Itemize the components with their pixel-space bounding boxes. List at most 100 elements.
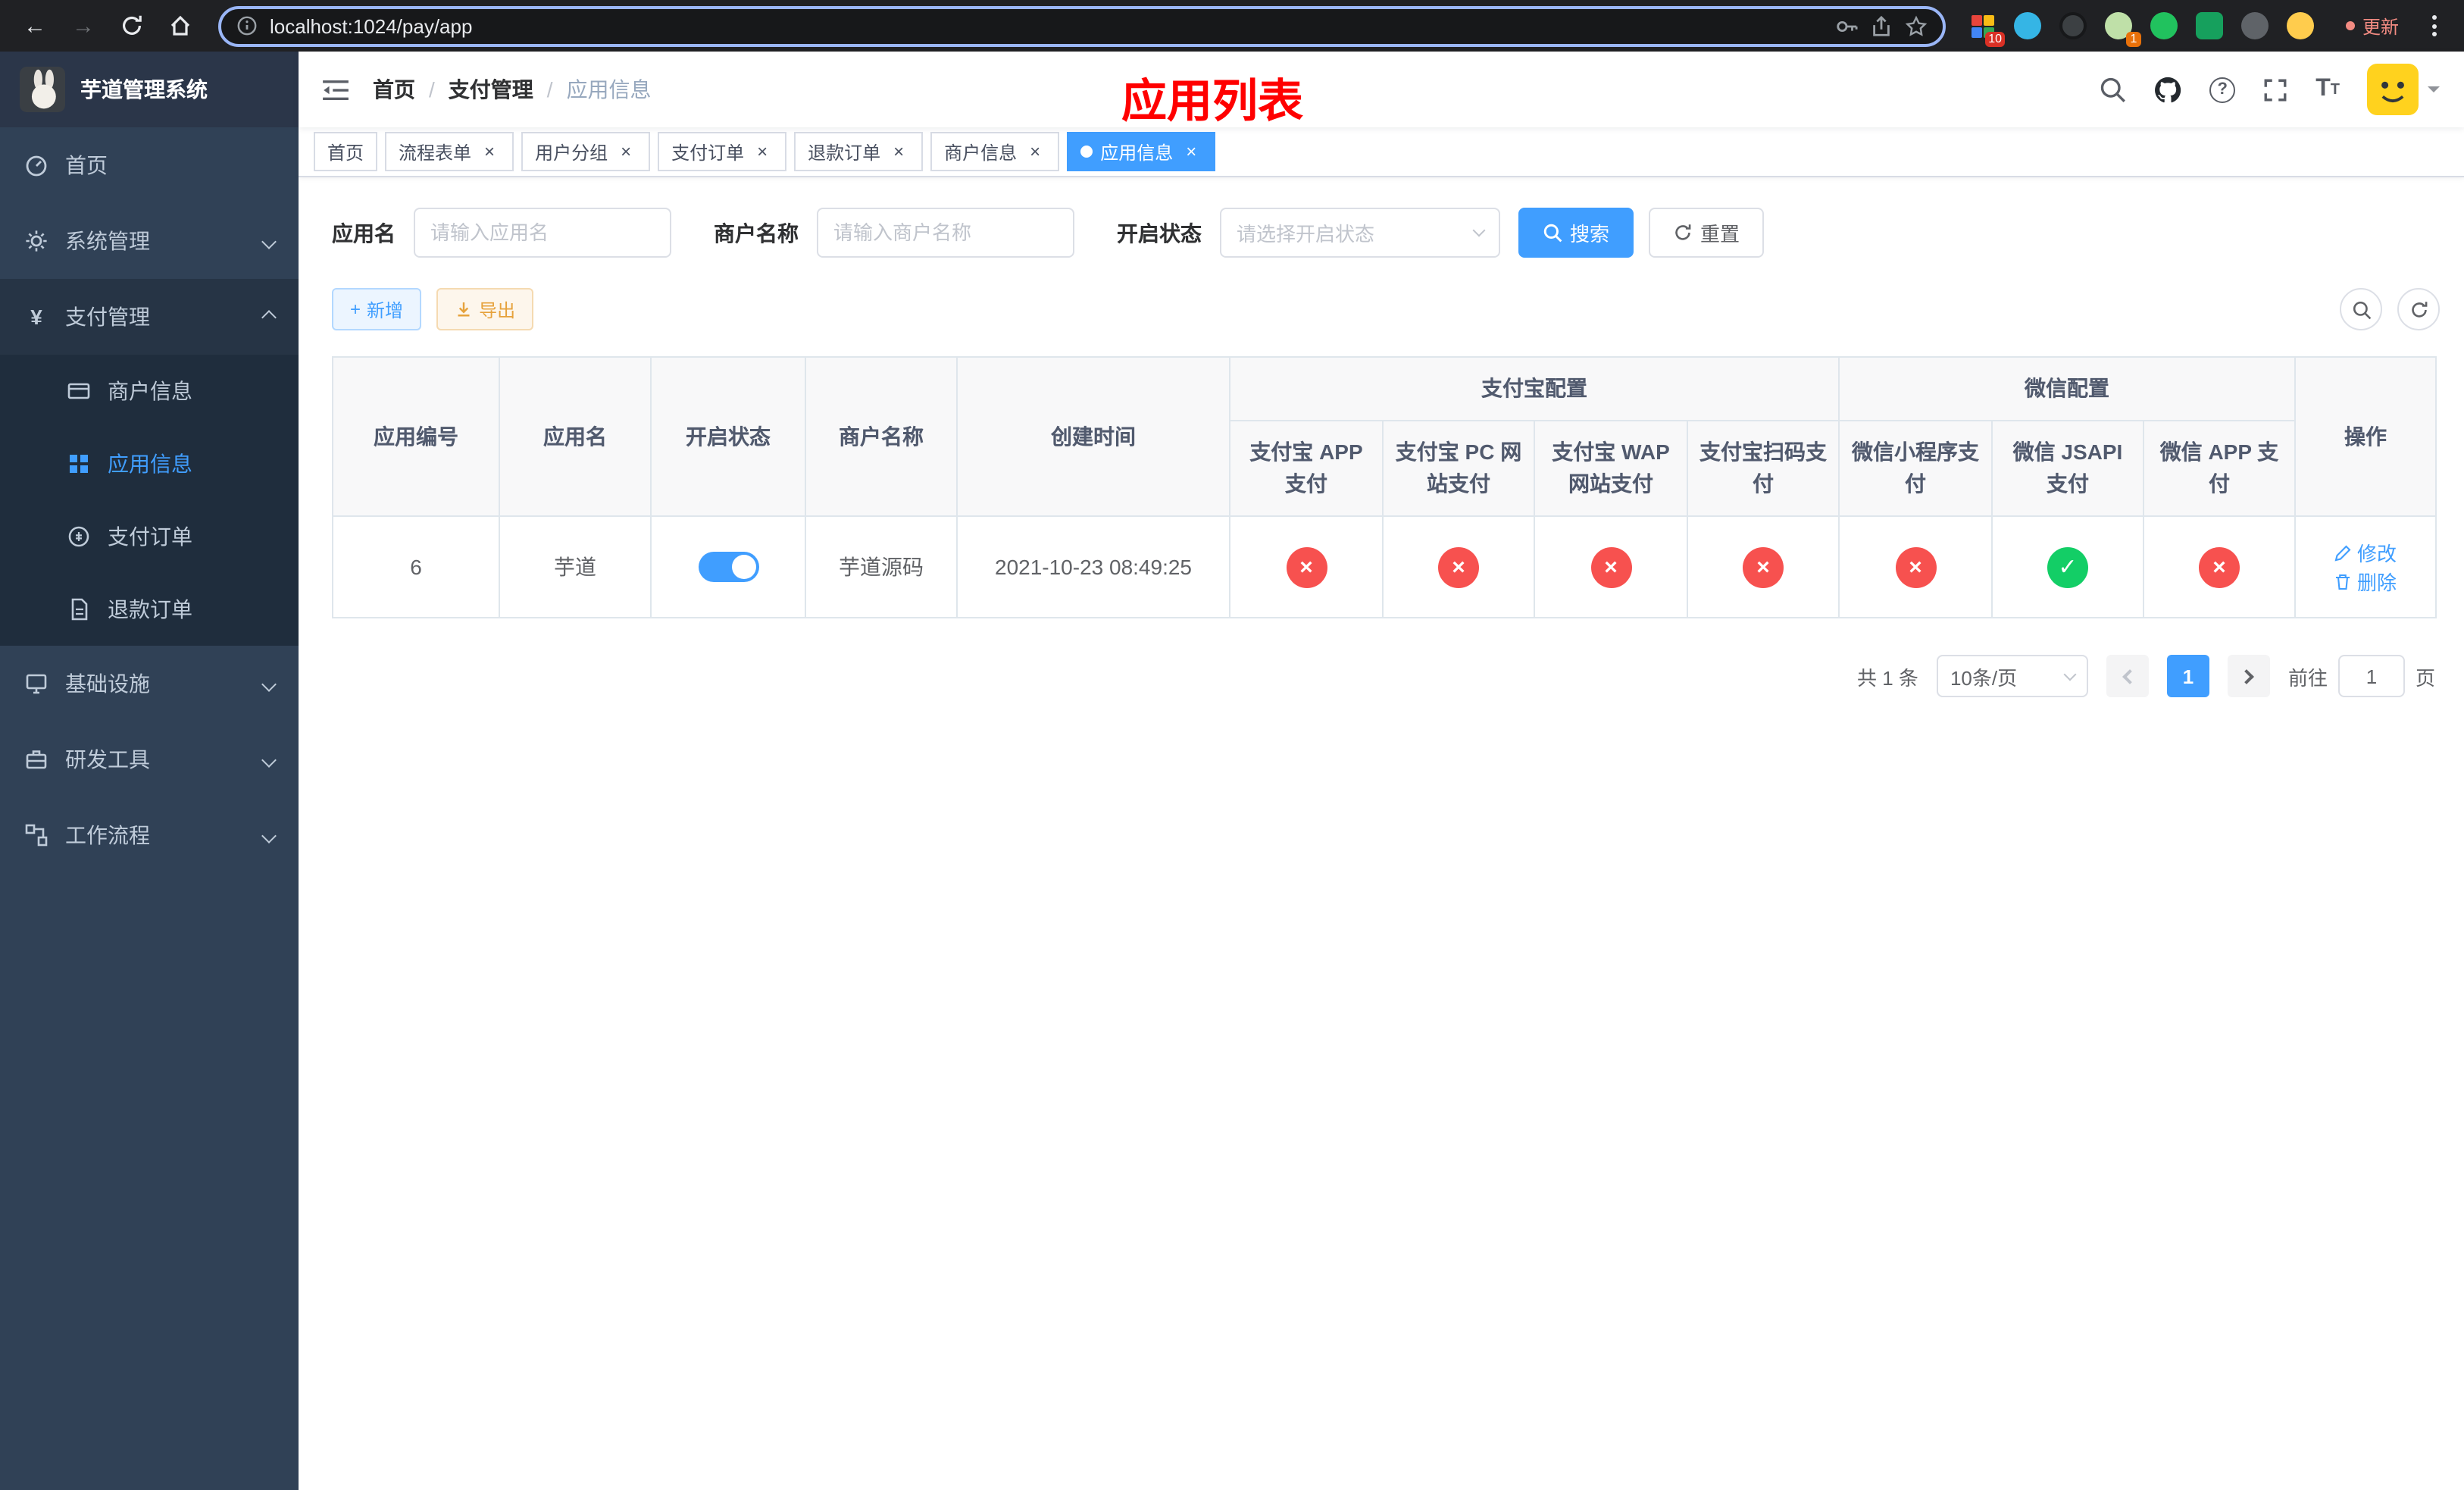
- extension-icon[interactable]: [2237, 8, 2273, 44]
- breadcrumb-home[interactable]: 首页: [373, 74, 415, 105]
- table-toolbar: + 新增 导出: [332, 288, 2440, 330]
- app-name-label: 应用名: [332, 221, 396, 245]
- update-button[interactable]: 更新: [2334, 13, 2411, 39]
- refresh-table-button[interactable]: [2397, 288, 2440, 330]
- chevron-down-icon: [1472, 224, 1486, 237]
- sidebar-logo[interactable]: 芋道管理系统: [0, 52, 299, 127]
- search-icon: [1543, 224, 1562, 243]
- status-select[interactable]: 请选择开启状态: [1220, 208, 1500, 258]
- tags-view: 首页 流程表单 × 用户分组 × 支付订单 × 退款订单 × 商户信息 × 应用…: [299, 127, 2464, 177]
- address-bar[interactable]: localhost:1024/pay/app: [218, 5, 1946, 46]
- extension-icon[interactable]: [2191, 8, 2228, 44]
- extension-icon[interactable]: 10: [1964, 8, 2005, 47]
- page-size-select[interactable]: 10条/页: [1936, 655, 2088, 697]
- delete-button[interactable]: 删除: [2334, 567, 2397, 596]
- breadcrumb-pay[interactable]: 支付管理: [449, 74, 533, 105]
- extension-icon[interactable]: [2282, 8, 2319, 44]
- bookmark-star-icon[interactable]: [1905, 14, 1928, 37]
- reload-icon[interactable]: [112, 6, 152, 45]
- tag-merchant-info[interactable]: 商户信息 ×: [930, 132, 1060, 171]
- sidebar-item-workflow[interactable]: 工作流程: [0, 797, 299, 873]
- edit-button[interactable]: 修改: [2334, 538, 2397, 567]
- page-title: 应用列表: [1121, 77, 1303, 127]
- sidebar-item-refund-order[interactable]: 退款订单: [0, 573, 299, 646]
- close-icon[interactable]: ×: [479, 141, 500, 162]
- sidebar-item-system[interactable]: 系统管理: [0, 203, 299, 279]
- breadcrumb-current: 应用信息: [566, 77, 652, 102]
- sidebar-item-label: 支付订单: [108, 524, 192, 549]
- sidebar-item-infra[interactable]: 基础设施: [0, 646, 299, 722]
- sidebar: 芋道管理系统 首页 系统管理 ¥ 支付管理 商户信息 应用信息 支付订单 退款订…: [0, 52, 299, 1490]
- sidebar-item-home[interactable]: 首页: [0, 127, 299, 203]
- top-navbar: 首页 / 支付管理 / 应用信息 应用列表 ? TT: [299, 52, 2464, 127]
- close-icon[interactable]: ×: [1180, 141, 1202, 162]
- forward-icon[interactable]: →: [64, 6, 103, 45]
- search-icon[interactable]: [2099, 76, 2126, 103]
- close-icon[interactable]: ×: [888, 141, 909, 162]
- edit-icon: [2335, 544, 2352, 561]
- export-button[interactable]: 导出: [436, 288, 534, 330]
- col-header-created: 创建时间: [956, 356, 1230, 517]
- tag-process-form[interactable]: 流程表单 ×: [385, 132, 514, 171]
- col-header-alipay-qr: 支付宝扫码支付: [1687, 420, 1840, 517]
- yen-icon: ¥: [30, 305, 42, 329]
- sidebar-item-label: 首页: [65, 153, 108, 177]
- home-icon[interactable]: [161, 6, 200, 45]
- merchant-name-input[interactable]: [817, 208, 1074, 258]
- password-key-icon[interactable]: [1835, 14, 1858, 37]
- site-info-icon[interactable]: [236, 15, 258, 36]
- tag-app-info[interactable]: 应用信息 ×: [1067, 132, 1216, 171]
- url-text[interactable]: localhost:1024/pay/app: [270, 14, 1823, 37]
- browser-menu-icon[interactable]: [2420, 15, 2449, 36]
- toggle-search-button[interactable]: [2340, 288, 2382, 330]
- app-name-input[interactable]: [414, 208, 671, 258]
- wx-app-status-icon: ×: [2199, 546, 2240, 587]
- chevron-down-icon: [261, 233, 277, 249]
- grid-icon: [67, 452, 91, 476]
- col-header-alipay-pc: 支付宝 PC 网站支付: [1382, 420, 1535, 517]
- col-group-alipay: 支付宝配置: [1229, 356, 1840, 421]
- close-icon[interactable]: ×: [752, 141, 773, 162]
- status-toggle[interactable]: [698, 552, 758, 582]
- extension-icon[interactable]: 1: [2100, 8, 2141, 47]
- search-icon: [2352, 300, 2371, 319]
- tag-pay-order[interactable]: 支付订单 ×: [658, 132, 787, 171]
- extension-icon[interactable]: [2146, 8, 2182, 44]
- add-button[interactable]: + 新增: [332, 288, 422, 330]
- help-icon[interactable]: ?: [2209, 77, 2236, 102]
- col-header-alipay-wap: 支付宝 WAP 网站支付: [1534, 420, 1688, 517]
- tag-refund-order[interactable]: 退款订单 ×: [794, 132, 924, 171]
- browser-toolbar: ← → localhost:1024/pay/app 10 1 更新: [0, 0, 2464, 52]
- font-size-icon[interactable]: TT: [2315, 76, 2340, 103]
- extension-icon[interactable]: [2009, 8, 2046, 44]
- status-label: 开启状态: [1117, 221, 1202, 245]
- col-header-actions: 操作: [2294, 356, 2437, 517]
- total-count: 共 1 条: [1857, 666, 1918, 689]
- reset-button[interactable]: 重置: [1649, 208, 1765, 258]
- tag-user-group[interactable]: 用户分组 ×: [521, 132, 651, 171]
- sidebar-item-app-info[interactable]: 应用信息: [0, 427, 299, 500]
- next-page-button[interactable]: [2227, 655, 2270, 697]
- collapse-menu-icon[interactable]: [299, 78, 373, 101]
- search-button[interactable]: 搜索: [1518, 208, 1634, 258]
- app-window: ← → localhost:1024/pay/app 10 1 更新 芋道管理系…: [0, 0, 2464, 1490]
- sidebar-item-pay[interactable]: ¥ 支付管理: [0, 279, 299, 355]
- close-icon[interactable]: ×: [615, 141, 636, 162]
- sidebar-item-devtools[interactable]: 研发工具: [0, 722, 299, 797]
- prev-page-button[interactable]: [2106, 655, 2149, 697]
- tag-home[interactable]: 首页: [314, 132, 378, 171]
- wx-mini-status-icon: ×: [1895, 546, 1936, 587]
- sidebar-item-label: 研发工具: [65, 747, 150, 772]
- close-icon[interactable]: ×: [1024, 141, 1046, 162]
- share-icon[interactable]: [1870, 14, 1893, 37]
- fullscreen-icon[interactable]: [2262, 77, 2288, 102]
- col-header-wx-mini: 微信小程序支付: [1838, 420, 1993, 517]
- goto-page-input[interactable]: [2337, 655, 2405, 697]
- page-number-button[interactable]: 1: [2166, 655, 2209, 697]
- user-avatar[interactable]: [2367, 64, 2440, 115]
- extension-icon[interactable]: [2055, 8, 2091, 44]
- sidebar-item-merchant-info[interactable]: 商户信息: [0, 355, 299, 427]
- github-icon[interactable]: [2153, 75, 2182, 104]
- sidebar-item-pay-order[interactable]: 支付订单: [0, 500, 299, 573]
- back-icon[interactable]: ←: [15, 6, 55, 45]
